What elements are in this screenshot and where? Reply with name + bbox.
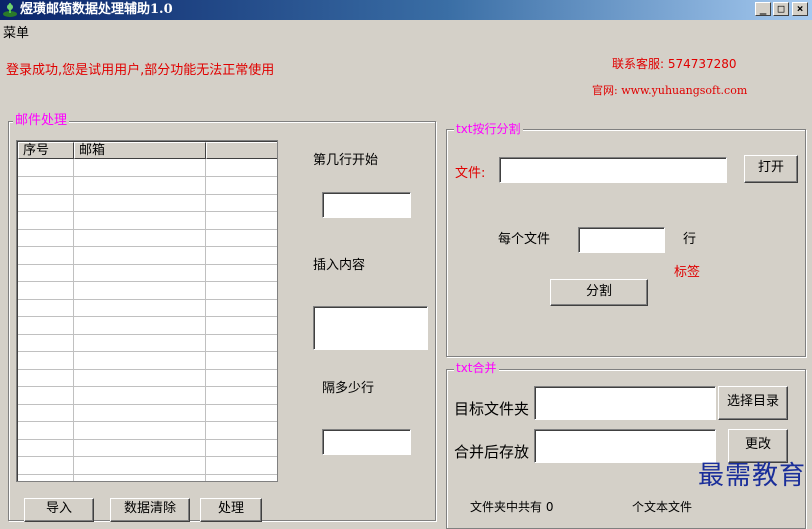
- start-row-label: 第几行开始: [313, 153, 379, 168]
- website-link[interactable]: 官网: www.yuhuangsoft.com: [592, 82, 747, 98]
- split-button[interactable]: 分割: [550, 279, 648, 306]
- support-contact: 联系客服: 574737280: [612, 57, 737, 71]
- file-label: 文件:: [455, 166, 486, 181]
- select-directory-button[interactable]: 选择目录: [718, 386, 788, 420]
- row-unit-label: 行: [683, 232, 697, 247]
- import-button[interactable]: 导入: [24, 498, 94, 522]
- column-header-email[interactable]: 邮箱: [74, 142, 206, 159]
- open-file-button[interactable]: 打开: [744, 155, 798, 183]
- merge-save-input[interactable]: [534, 429, 716, 463]
- split-file-input[interactable]: [499, 157, 727, 183]
- clear-data-button[interactable]: 数据清除: [110, 498, 190, 522]
- txt-merge-title: txt合并: [454, 361, 499, 375]
- start-row-input[interactable]: [322, 192, 411, 218]
- merge-save-label: 合并后存放: [454, 443, 530, 461]
- login-status: 登录成功,您是试用用户,部分功能无法正常使用: [6, 63, 275, 78]
- row-gap-input[interactable]: [322, 429, 411, 455]
- target-folder-input[interactable]: [534, 386, 716, 420]
- column-header-index[interactable]: 序号: [18, 142, 74, 159]
- per-file-label: 每个文件: [498, 232, 551, 247]
- menu-item-main[interactable]: 菜单: [3, 22, 29, 41]
- file-count-label: 文件夹中共有 0: [470, 500, 554, 514]
- txt-split-title: txt按行分割: [454, 122, 523, 136]
- close-button[interactable]: ×: [792, 2, 808, 16]
- email-table-grid: [18, 159, 277, 481]
- rows-per-file-input[interactable]: [578, 227, 665, 253]
- target-folder-label: 目标文件夹: [454, 400, 530, 418]
- maximize-button[interactable]: □: [773, 2, 789, 16]
- email-table[interactable]: 序号 邮箱: [16, 140, 278, 482]
- process-button[interactable]: 处理: [200, 498, 262, 522]
- minimize-button[interactable]: _: [755, 2, 771, 16]
- insert-content-label: 插入内容: [313, 258, 366, 273]
- split-status-label: 标签: [674, 265, 701, 280]
- column-header-extra[interactable]: [206, 142, 277, 159]
- menu-bar: [0, 20, 812, 40]
- window-title: 煜璜邮箱数据处理辅助1.0: [20, 2, 173, 17]
- insert-content-input[interactable]: [313, 306, 428, 350]
- mail-processing-title: 邮件处理: [13, 113, 70, 128]
- watermark-text: 最需教育: [697, 461, 806, 491]
- row-gap-label: 隔多少行: [322, 381, 375, 396]
- file-unit-label: 个文本文件: [632, 500, 693, 514]
- app-icon: [3, 3, 17, 17]
- email-table-header: 序号 邮箱: [18, 142, 277, 159]
